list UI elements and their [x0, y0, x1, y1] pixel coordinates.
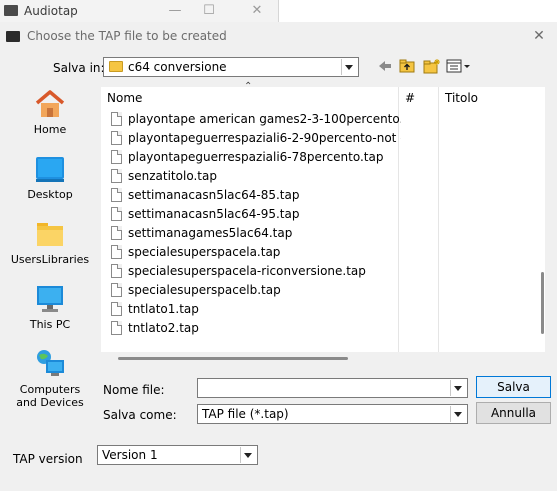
desktop-icon — [36, 157, 64, 182]
list-item[interactable]: tntlato2.tap — [109, 320, 401, 339]
vertical-scrollbar[interactable] — [541, 272, 544, 334]
place-libraries[interactable]: UsersLibraries — [10, 218, 90, 266]
file-icon — [111, 131, 122, 145]
chevron-down-icon[interactable] — [450, 380, 466, 396]
file-icon — [111, 283, 122, 297]
column-header-name[interactable]: Nome — [107, 87, 142, 109]
list-item[interactable]: settimanacasn5lac64-85.tap — [109, 187, 401, 206]
sort-ascending-icon: ⌃ — [244, 81, 253, 92]
dialog-title: Choose the TAP file to be created — [27, 29, 227, 43]
file-list[interactable]: ⌃ Nome # Titolo playontape american game… — [101, 81, 545, 352]
place-this-pc-label: This PC — [29, 318, 71, 331]
file-name: specialesuperspacelb.tap — [128, 283, 281, 297]
dialog-close-button[interactable]: ✕ — [527, 25, 551, 47]
close-icon[interactable]: ✕ — [242, 2, 272, 20]
minimize-icon[interactable]: — — [160, 2, 190, 20]
list-item[interactable]: playontape american games2-3-100percento… — [109, 111, 401, 130]
tap-version-label: TAP version — [13, 452, 83, 466]
tap-version-select[interactable]: Version 1 — [97, 445, 258, 465]
file-icon — [111, 150, 122, 164]
place-this-pc[interactable]: This PC — [10, 283, 90, 331]
list-item[interactable]: specialesuperspacela-riconversione.tap — [109, 263, 401, 282]
save-in-label: Salva in: — [53, 61, 105, 75]
place-desktop-label: Desktop — [27, 188, 73, 201]
maximize-icon[interactable]: ☐ — [194, 2, 224, 20]
places-bar: Home Desktop UsersLibraries This PC Comp… — [10, 80, 90, 410]
list-item[interactable]: playontapeguerrespaziali6-78percento.tap — [109, 149, 401, 168]
save-in-combo[interactable]: c64 conversione — [103, 57, 359, 77]
column-header-title[interactable]: Titolo — [445, 87, 478, 109]
app-icon — [4, 5, 18, 16]
chevron-down-icon[interactable] — [341, 59, 357, 75]
filename-input[interactable] — [197, 378, 468, 398]
savetype-label: Salva come: — [103, 408, 177, 422]
view-menu-icon[interactable] — [446, 58, 472, 74]
savetype-select[interactable]: TAP file (*.tap) — [197, 404, 468, 424]
place-libraries-label: UsersLibraries — [10, 253, 90, 266]
list-item[interactable]: senzatitolo.tap — [109, 168, 401, 187]
file-icon — [111, 188, 122, 202]
file-icon — [111, 245, 122, 259]
file-name: specialesuperspacela-riconversione.tap — [128, 264, 366, 278]
place-home[interactable]: Home — [10, 88, 90, 136]
save-button[interactable]: Salva — [476, 376, 551, 398]
file-icon — [111, 112, 122, 126]
parent-window-title: Audiotap — [24, 4, 78, 18]
chevron-down-icon[interactable] — [450, 406, 466, 422]
place-network[interactable]: Computers and Devices — [10, 348, 90, 409]
current-folder: c64 conversione — [128, 60, 227, 74]
cancel-button[interactable]: Annulla — [476, 402, 551, 424]
list-item[interactable]: specialesuperspacela.tap — [109, 244, 401, 263]
column-divider[interactable] — [438, 87, 439, 352]
back-arrow-icon[interactable] — [378, 58, 392, 74]
list-item[interactable]: settimanacasn5lac64-95.tap — [109, 206, 401, 225]
file-name: specialesuperspacela.tap — [128, 245, 281, 259]
file-name: tntlato2.tap — [128, 321, 199, 335]
place-desktop[interactable]: Desktop — [10, 153, 90, 201]
filename-label: Nome file: — [103, 383, 165, 397]
file-icon — [111, 169, 122, 183]
new-folder-icon[interactable] — [423, 58, 441, 74]
up-folder-icon[interactable] — [399, 58, 415, 74]
file-name: playontape american games2-3-100percento… — [128, 112, 401, 126]
file-icon — [111, 302, 122, 316]
dialog-titlebar: Choose the TAP file to be created ✕ — [0, 22, 557, 50]
list-item[interactable]: playontapeguerrespaziali6-2-90percento-n… — [109, 130, 401, 149]
file-name: playontapeguerrespaziali6-2-90percento-n… — [128, 131, 401, 145]
file-name: playontapeguerrespaziali6-78percento.tap — [128, 150, 384, 164]
horizontal-scrollbar[interactable] — [118, 357, 348, 360]
file-name: senzatitolo.tap — [128, 169, 217, 183]
file-icon — [111, 321, 122, 335]
network-icon — [37, 350, 64, 376]
file-name: settimanagames5lac64.tap — [128, 226, 293, 240]
file-icon — [111, 264, 122, 278]
place-home-label: Home — [33, 123, 67, 136]
file-icon — [111, 226, 122, 240]
list-item[interactable]: specialesuperspacelb.tap — [109, 282, 401, 301]
tap-version-value: Version 1 — [102, 448, 158, 462]
savetype-value: TAP file (*.tap) — [202, 407, 289, 421]
file-name: settimanacasn5lac64-85.tap — [128, 188, 300, 202]
list-item[interactable]: tntlato1.tap — [109, 301, 401, 320]
list-item[interactable]: settimanagames5lac64.tap — [109, 225, 401, 244]
place-network-label: Computers and Devices — [16, 383, 84, 409]
file-icon — [111, 207, 122, 221]
column-header-number[interactable]: # — [405, 87, 415, 109]
libraries-folder-icon — [37, 223, 63, 246]
file-name: tntlato1.tap — [128, 302, 199, 316]
parent-window-titlebar: Audiotap — ☐ ✕ — [0, 0, 279, 23]
home-icon — [35, 90, 65, 117]
computer-icon — [37, 286, 63, 312]
dialog-app-icon — [6, 31, 20, 42]
file-name: settimanacasn5lac64-95.tap — [128, 207, 300, 221]
folder-icon — [109, 61, 123, 72]
chevron-down-icon[interactable] — [240, 447, 256, 463]
save-file-dialog: Choose the TAP file to be created ✕ Salv… — [0, 22, 557, 491]
